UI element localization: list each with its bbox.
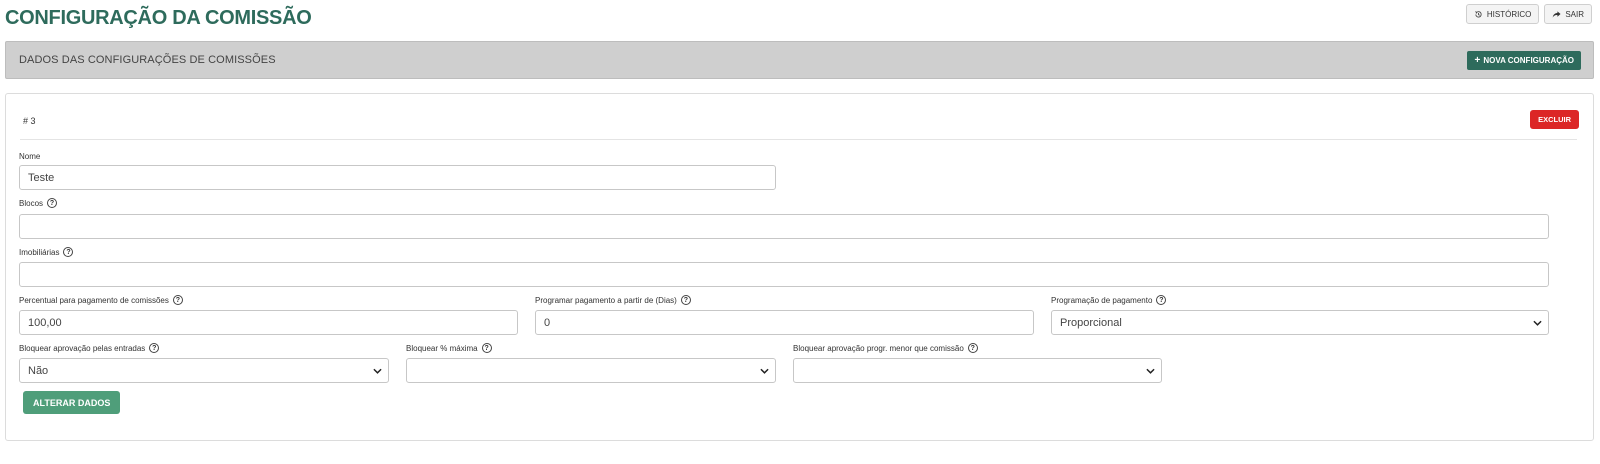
help-icon[interactable]: ?: [149, 343, 160, 353]
card-divider: [20, 139, 1577, 140]
page-title: CONFIGURAÇÃO DA COMISSÃO: [5, 7, 312, 29]
programacao-label-text: Programação de pagamento: [1051, 295, 1153, 305]
bloquear-maxima-label: Bloquear % máxima ?: [406, 343, 492, 353]
programacao-value: Proporcional: [1060, 316, 1122, 329]
programar-dias-input[interactable]: 0: [535, 310, 1034, 335]
percentual-input[interactable]: 100,00: [19, 310, 518, 335]
programacao-label: Programação de pagamento ?: [1051, 295, 1167, 305]
bloquear-entradas-label: Bloquear aprovação pelas entradas ?: [19, 343, 160, 353]
nome-input[interactable]: Teste: [19, 165, 776, 190]
history-button[interactable]: HISTÓRICO: [1465, 4, 1540, 24]
percentual-label: Percentual para pagamento de comissões ?: [19, 295, 183, 305]
chevron-down-icon: [1146, 368, 1155, 374]
nome-label: Nome: [19, 152, 40, 161]
percentual-value: 100,00: [28, 316, 62, 329]
help-icon[interactable]: ?: [967, 343, 978, 353]
help-icon[interactable]: ?: [47, 198, 58, 208]
section-title: DADOS DAS CONFIGURAÇÕES DE COMISSÕES: [19, 54, 276, 66]
nome-label-text: Nome: [19, 152, 41, 161]
bloquear-progr-label: Bloquear aprovação progr. menor que comi…: [793, 343, 978, 353]
new-configuration-button[interactable]: + NOVA CONFIGURAÇÃO: [1467, 51, 1581, 70]
bloquear-maxima-label-text: Bloquear % máxima: [406, 343, 478, 353]
delete-button[interactable]: EXCLUIR: [1530, 110, 1579, 129]
imobiliarias-input[interactable]: [19, 262, 1549, 287]
nome-value: Teste: [28, 171, 55, 184]
exit-label: SAIR: [1565, 9, 1584, 19]
bloquear-progr-label-text: Bloquear aprovação progr. menor que comi…: [793, 343, 964, 353]
help-icon[interactable]: ?: [481, 343, 492, 353]
history-label: HISTÓRICO: [1486, 9, 1532, 19]
record-id: # 3: [23, 116, 36, 126]
history-icon: [1475, 10, 1482, 17]
blocos-input[interactable]: [19, 214, 1549, 239]
help-icon[interactable]: ?: [1156, 295, 1167, 305]
chevron-down-icon: [1533, 320, 1542, 326]
imobiliarias-label: Imobiliárias ?: [19, 247, 74, 257]
plus-icon: +: [1474, 54, 1481, 66]
bloquear-entradas-value: Não: [28, 364, 49, 377]
programacao-select[interactable]: Proporcional: [1051, 310, 1549, 335]
update-data-button[interactable]: ALTERAR DADOS: [23, 391, 121, 414]
share-arrow-icon: [1553, 10, 1561, 18]
help-icon[interactable]: ?: [680, 295, 691, 305]
new-configuration-label: NOVA CONFIGURAÇÃO: [1483, 56, 1574, 65]
chevron-down-icon: [373, 368, 382, 374]
imobiliarias-label-text: Imobiliárias: [19, 247, 60, 257]
bloquear-entradas-select[interactable]: Não: [19, 358, 389, 383]
blocos-label: Blocos ?: [19, 198, 58, 208]
programar-dias-label-text: Programar pagamento a partir de (Dias): [535, 295, 677, 305]
bloquear-entradas-label-text: Bloquear aprovação pelas entradas: [19, 343, 146, 353]
section-header: DADOS DAS CONFIGURAÇÕES DE COMISSÕES + N…: [5, 41, 1594, 79]
bloquear-maxima-select[interactable]: [406, 358, 776, 383]
top-actions: HISTÓRICO SAIR: [1465, 4, 1592, 24]
help-icon[interactable]: ?: [63, 247, 74, 257]
programar-dias-value: 0: [544, 316, 551, 329]
exit-button[interactable]: SAIR: [1544, 4, 1592, 24]
percentual-label-text: Percentual para pagamento de comissões: [19, 295, 169, 305]
blocos-label-text: Blocos: [19, 198, 44, 208]
programar-dias-label: Programar pagamento a partir de (Dias) ?: [535, 295, 691, 305]
chevron-down-icon: [760, 368, 769, 374]
bloquear-progr-select[interactable]: [793, 358, 1162, 383]
configuration-card: # 3 EXCLUIR Nome Teste Blocos ? Imobiliá…: [5, 93, 1594, 441]
help-icon[interactable]: ?: [172, 295, 183, 305]
